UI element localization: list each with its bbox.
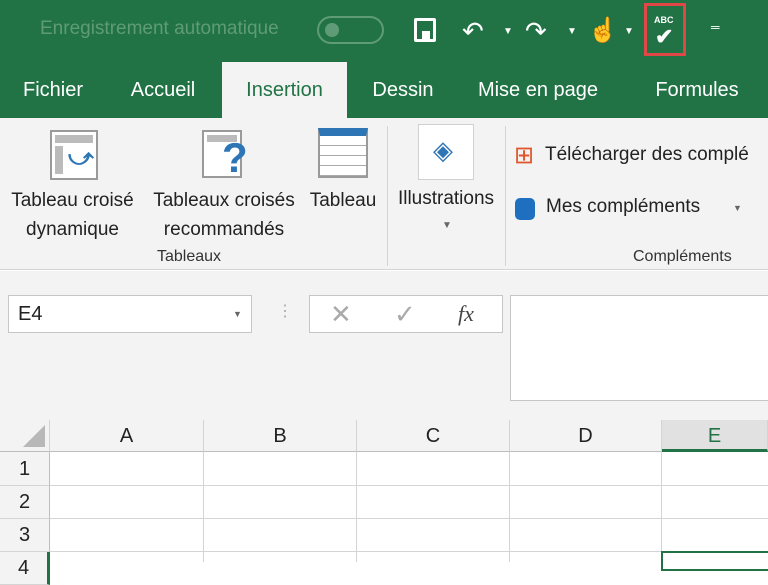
insert-function-button[interactable]: fx: [458, 301, 474, 327]
illustrations-dropdown-icon: ▼: [442, 220, 452, 231]
pivot-table-button[interactable]: ⤻ Tableau croisé dynamique: [0, 126, 145, 246]
autosave-toggle[interactable]: [317, 16, 384, 44]
my-addins-button[interactable]: Mes compléments ▼: [512, 194, 752, 224]
title-bar: Enregistrement automatique ↶ ▼ ↷ ▼ ☝ ▼ A…: [0, 0, 768, 62]
recommended-label-2: recommandés: [163, 219, 285, 240]
addins-icon: [515, 198, 535, 220]
table-button[interactable]: Tableau: [303, 126, 383, 246]
illustrations-button[interactable]: ◈ Illustrations ▼: [390, 122, 502, 242]
pivot-label-2: dynamique: [26, 219, 119, 240]
recommended-pivot-icon: ?: [202, 130, 248, 181]
formula-buttons: ✕ ✓ fx: [309, 295, 503, 333]
redo-dropdown-icon[interactable]: ▼: [567, 26, 577, 37]
recommended-pivot-button[interactable]: ? Tableaux croisés recommandés: [146, 126, 302, 246]
customize-qat-icon[interactable]: ═: [711, 20, 720, 34]
column-header-c[interactable]: C: [357, 420, 510, 452]
selected-cell-e4[interactable]: [661, 551, 768, 571]
formula-bar: E4 ▼ ⋮ ✕ ✓ fx: [0, 271, 768, 420]
store-icon: ⊞: [514, 142, 535, 169]
autosave-label: Enregistrement automatique: [40, 18, 279, 39]
formula-input[interactable]: [510, 295, 768, 401]
group-label-tableaux: Tableaux: [157, 248, 222, 265]
column-header-e[interactable]: E: [662, 420, 768, 452]
tab-accueil[interactable]: Accueil: [118, 62, 208, 118]
column-header-d[interactable]: D: [510, 420, 662, 452]
touch-mode-icon[interactable]: ☝: [588, 14, 618, 48]
spellcheck-button[interactable]: ABC ✔: [644, 3, 686, 56]
tab-insertion[interactable]: Insertion: [222, 62, 347, 118]
checkmark-icon: ✔: [655, 24, 674, 49]
table-icon: [318, 128, 368, 178]
download-addins-label: Télécharger des complé: [545, 144, 749, 165]
shapes-icon: ◈: [418, 124, 474, 180]
ribbon-tabs: Fichier Accueil Insertion Dessin Mise en…: [0, 62, 768, 118]
tab-fichier[interactable]: Fichier: [10, 62, 96, 118]
ribbon: ⤻ Tableau croisé dynamique ? Tableaux cro…: [0, 118, 768, 270]
my-addins-dropdown-icon: ▼: [733, 203, 742, 213]
select-all-button[interactable]: [0, 420, 50, 452]
touch-dropdown-icon[interactable]: ▼: [624, 26, 634, 37]
save-icon[interactable]: [414, 18, 436, 42]
group-label-complements: Compléments: [633, 248, 732, 265]
name-box[interactable]: E4 ▼: [8, 295, 252, 333]
pivot-table-icon: ⤻: [50, 130, 98, 180]
resize-handle-icon[interactable]: ⋮: [277, 301, 293, 321]
pivot-label-1: Tableau croisé: [11, 190, 134, 211]
spreadsheet-grid: A B C D E 1 2 3 4: [0, 420, 768, 585]
redo-icon[interactable]: ↷: [525, 14, 547, 48]
enter-icon[interactable]: ✓: [394, 299, 416, 330]
illustrations-label: Illustrations: [397, 188, 495, 209]
tab-dessin[interactable]: Dessin: [360, 62, 446, 118]
name-box-dropdown-icon: ▼: [233, 309, 242, 319]
recommended-label-1: Tableaux croisés: [153, 190, 295, 211]
my-addins-label: Mes compléments: [546, 196, 701, 217]
cancel-icon[interactable]: ✕: [330, 299, 352, 330]
tab-mise-en-page[interactable]: Mise en page: [470, 62, 606, 118]
cells-area[interactable]: [50, 452, 768, 562]
undo-dropdown-icon[interactable]: ▼: [503, 26, 513, 37]
row-header-3[interactable]: 3: [0, 519, 50, 552]
download-addins-button[interactable]: ⊞ Télécharger des complé: [512, 142, 768, 172]
column-header-a[interactable]: A: [50, 420, 204, 452]
row-header-4[interactable]: 4: [0, 552, 50, 585]
tab-formules[interactable]: Formules: [640, 62, 754, 118]
row-header-2[interactable]: 2: [0, 486, 50, 519]
undo-icon[interactable]: ↶: [462, 14, 484, 48]
table-label: Tableau: [309, 190, 377, 211]
name-box-value: E4: [18, 303, 43, 325]
row-header-1[interactable]: 1: [0, 452, 50, 486]
column-header-b[interactable]: B: [204, 420, 357, 452]
